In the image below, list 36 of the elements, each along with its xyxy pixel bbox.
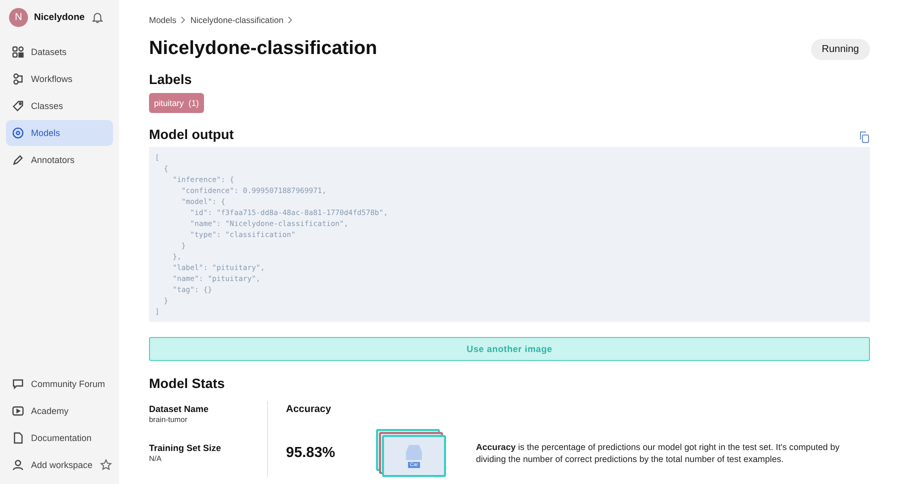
chat-icon xyxy=(12,378,24,390)
stat-label: Dataset Name xyxy=(149,404,210,414)
sidebar-link[interactable]: Community Forum xyxy=(6,371,113,397)
section-heading: Labels xyxy=(149,72,193,87)
document-icon xyxy=(12,432,24,444)
sidebar-link[interactable]: Add workspace xyxy=(6,452,113,478)
pen-icon xyxy=(12,154,24,166)
accuracy-value: 95.83% xyxy=(286,445,336,461)
metric-title: Accuracy xyxy=(286,404,332,415)
sidebar-item[interactable]: Models xyxy=(6,120,113,146)
sidebar-item[interactable]: Workflows xyxy=(6,66,113,92)
flow-icon xyxy=(12,73,24,85)
breadcrumb-link[interactable]: Models xyxy=(149,15,176,25)
model-icon xyxy=(12,127,24,139)
copy-icon[interactable] xyxy=(859,131,870,143)
page-title: Nicelydone-classification xyxy=(149,38,378,60)
sidebar-link[interactable]: Documentation xyxy=(6,425,113,451)
section-heading: Model output xyxy=(149,127,234,142)
user-icon xyxy=(12,459,24,471)
status-badge: Running xyxy=(810,38,870,60)
sidebar-item[interactable]: Annotators xyxy=(6,147,113,173)
bell-icon[interactable] xyxy=(91,10,104,24)
stat-label: Training Set Size xyxy=(149,443,222,453)
chevron-icon xyxy=(180,16,186,24)
sidebar-link[interactable]: Academy xyxy=(6,398,113,424)
section-heading: Model Stats xyxy=(149,376,226,391)
sidebar-item[interactable]: Classes xyxy=(6,93,113,119)
play-icon xyxy=(12,405,24,417)
chevron-icon xyxy=(287,16,294,24)
star-icon[interactable] xyxy=(100,459,112,471)
breadcrumb-link[interactable]: Nicelydone-classification xyxy=(190,15,284,25)
grid-icon xyxy=(12,46,24,58)
accuracy-description: Accuracy is the percentage of predictions our model got right in the test set. It's computed by dividing the number of correct predictions by the total number of test examples. xyxy=(476,441,841,465)
tag-icon xyxy=(12,100,24,112)
workspace-name[interactable]: Nicelydone xyxy=(34,12,85,22)
sidebar-item[interactable]: Datasets xyxy=(6,39,113,65)
